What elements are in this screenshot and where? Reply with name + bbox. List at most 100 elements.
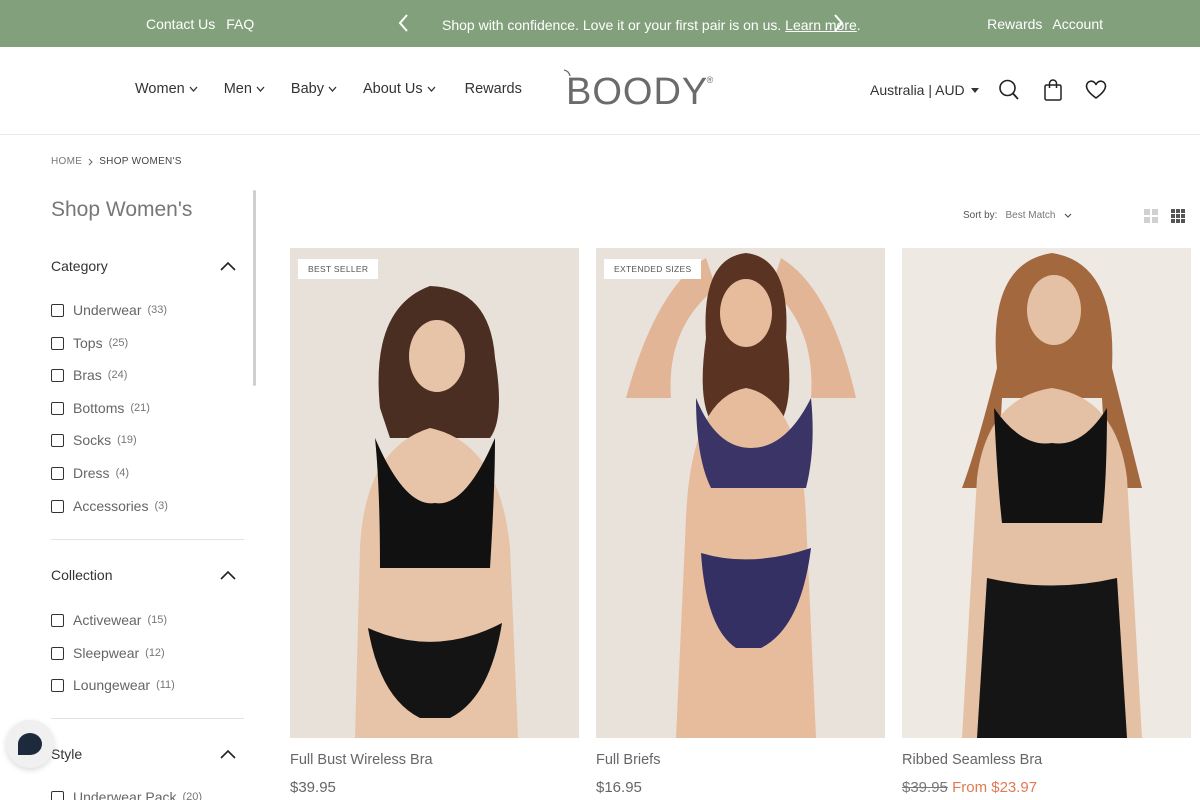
main-nav: Women Men Baby About Us Rewards bbox=[135, 81, 522, 97]
nav-baby[interactable]: Baby bbox=[291, 81, 337, 97]
filter-option-sleepwear[interactable]: Sleepwear (12) bbox=[51, 645, 165, 661]
caret-down-icon bbox=[970, 87, 979, 93]
chevron-up-icon bbox=[220, 749, 236, 759]
leaf-icon bbox=[563, 69, 571, 77]
product-card[interactable]: Ribbed Seamless Bra $39.95 From $23.97 bbox=[902, 248, 1191, 796]
option-label: Activewear bbox=[73, 612, 142, 628]
nav-women[interactable]: Women bbox=[135, 81, 198, 97]
heart-icon[interactable] bbox=[1085, 78, 1107, 102]
checkbox[interactable] bbox=[51, 613, 64, 627]
shopping-bag-icon[interactable] bbox=[1042, 78, 1064, 102]
chat-bubble-icon bbox=[18, 733, 42, 755]
product-price: $16.95 bbox=[596, 779, 642, 796]
nav-women-label: Women bbox=[135, 81, 185, 97]
option-label: Dress bbox=[73, 465, 110, 481]
option-count: (24) bbox=[107, 369, 128, 381]
option-count: (4) bbox=[115, 467, 130, 479]
filter-option-underwear[interactable]: Underwear (33) bbox=[51, 302, 167, 318]
chevron-down-icon bbox=[189, 86, 198, 92]
chevron-up-icon bbox=[220, 570, 236, 580]
filter-option-tops[interactable]: Tops (25) bbox=[51, 335, 128, 351]
product-name[interactable]: Ribbed Seamless Bra bbox=[902, 752, 1191, 768]
checkbox[interactable] bbox=[51, 303, 64, 317]
checkbox[interactable] bbox=[51, 466, 64, 480]
model-illustration bbox=[290, 248, 579, 738]
chevron-down-icon bbox=[1064, 213, 1071, 218]
filter-divider bbox=[51, 539, 244, 540]
product-name[interactable]: Full Bust Wireless Bra bbox=[290, 752, 579, 768]
filter-category-label: Category bbox=[51, 258, 108, 274]
chevron-down-icon bbox=[256, 86, 265, 92]
filter-option-bras[interactable]: Bras (24) bbox=[51, 367, 127, 383]
announcement-period: . bbox=[856, 17, 861, 33]
chevron-right-icon[interactable] bbox=[830, 12, 846, 34]
product-card[interactable]: BEST SELLER Full Bust Wireless Bra $39.9… bbox=[290, 248, 579, 796]
checkbox[interactable] bbox=[51, 368, 64, 382]
announcement-bar: Contact Us FAQ Shop with confidence. Lov… bbox=[0, 0, 1200, 47]
product-price: $39.95 From $23.97 bbox=[902, 779, 1191, 796]
checkbox[interactable] bbox=[51, 790, 64, 800]
option-label: Bras bbox=[73, 367, 102, 383]
option-label: Bottoms bbox=[73, 400, 125, 416]
product-image[interactable]: EXTENDED SIZES bbox=[596, 248, 885, 738]
filter-option-underwear-pack[interactable]: Underwear Pack (20) bbox=[51, 789, 202, 800]
chevron-left-icon[interactable] bbox=[396, 12, 412, 34]
option-label: Socks bbox=[73, 432, 112, 448]
filter-collection-toggle[interactable]: Collection bbox=[51, 567, 236, 583]
filter-option-socks[interactable]: Socks (19) bbox=[51, 432, 137, 448]
rewards-link[interactable]: Rewards bbox=[987, 16, 1042, 32]
option-count: (11) bbox=[156, 679, 175, 691]
filter-divider bbox=[51, 718, 244, 719]
product-name[interactable]: Full Briefs bbox=[596, 752, 885, 768]
boody-logo[interactable]: BOODY ® bbox=[563, 69, 713, 114]
site-header: Women Men Baby About Us Rewards BOODY ® … bbox=[0, 47, 1200, 135]
checkbox[interactable] bbox=[51, 336, 64, 350]
product-card[interactable]: EXTENDED SIZES Full Briefs $16.95 bbox=[596, 248, 885, 796]
sort-bar: Sort by: Best Match bbox=[963, 210, 1072, 221]
option-count: (3) bbox=[154, 500, 168, 512]
announcement-message: Shop with confidence. Love it or your fi… bbox=[442, 17, 861, 33]
chat-launcher-button[interactable] bbox=[6, 720, 54, 768]
checkbox[interactable] bbox=[51, 499, 64, 513]
filter-option-loungewear[interactable]: Loungewear (11) bbox=[51, 677, 175, 693]
grid-3-column-icon[interactable] bbox=[1170, 208, 1186, 224]
nav-about-us[interactable]: About Us bbox=[363, 81, 436, 97]
option-count: (20) bbox=[182, 791, 203, 800]
topbar-right-links: Rewards Account bbox=[987, 16, 1103, 32]
checkbox[interactable] bbox=[51, 433, 64, 447]
nav-rewards[interactable]: Rewards bbox=[465, 81, 522, 97]
faq-link[interactable]: FAQ bbox=[226, 16, 254, 32]
filter-option-accessories[interactable]: Accessories (3) bbox=[51, 498, 168, 514]
filter-option-activewear[interactable]: Activewear (15) bbox=[51, 612, 167, 628]
account-link[interactable]: Account bbox=[1052, 16, 1103, 32]
original-price: $39.95 bbox=[902, 779, 948, 796]
grid-2-column-icon[interactable] bbox=[1143, 208, 1159, 224]
filter-style-label: Style bbox=[51, 746, 83, 762]
filter-option-bottoms[interactable]: Bottoms (21) bbox=[51, 400, 150, 416]
product-badge: BEST SELLER bbox=[298, 259, 379, 279]
chevron-right-icon bbox=[88, 158, 93, 165]
filter-style-toggle[interactable]: Style bbox=[51, 746, 236, 762]
filter-option-dress[interactable]: Dress (4) bbox=[51, 465, 129, 481]
filter-category-toggle[interactable]: Category bbox=[51, 258, 236, 274]
option-count: (19) bbox=[117, 434, 137, 446]
locale-selector[interactable]: Australia | AUD bbox=[870, 82, 979, 98]
checkbox[interactable] bbox=[51, 401, 64, 415]
product-image[interactable]: BEST SELLER bbox=[290, 248, 579, 738]
nav-men[interactable]: Men bbox=[224, 81, 265, 97]
model-illustration bbox=[902, 248, 1191, 738]
learn-more-link[interactable]: Learn more bbox=[785, 17, 857, 33]
checkbox[interactable] bbox=[51, 678, 64, 692]
contact-us-link[interactable]: Contact Us bbox=[146, 16, 215, 32]
filter-collection-label: Collection bbox=[51, 567, 113, 583]
sort-select[interactable]: Best Match bbox=[1005, 210, 1071, 221]
sidebar-scrollbar[interactable] bbox=[253, 190, 256, 386]
product-image[interactable] bbox=[902, 248, 1191, 738]
option-count: (25) bbox=[108, 337, 129, 349]
logo-text: BOODY bbox=[566, 71, 709, 113]
search-icon[interactable] bbox=[998, 78, 1020, 102]
option-label: Underwear Pack bbox=[73, 789, 177, 800]
checkbox[interactable] bbox=[51, 646, 64, 660]
option-count: (33) bbox=[147, 304, 168, 316]
breadcrumb-home[interactable]: HOME bbox=[51, 156, 82, 167]
